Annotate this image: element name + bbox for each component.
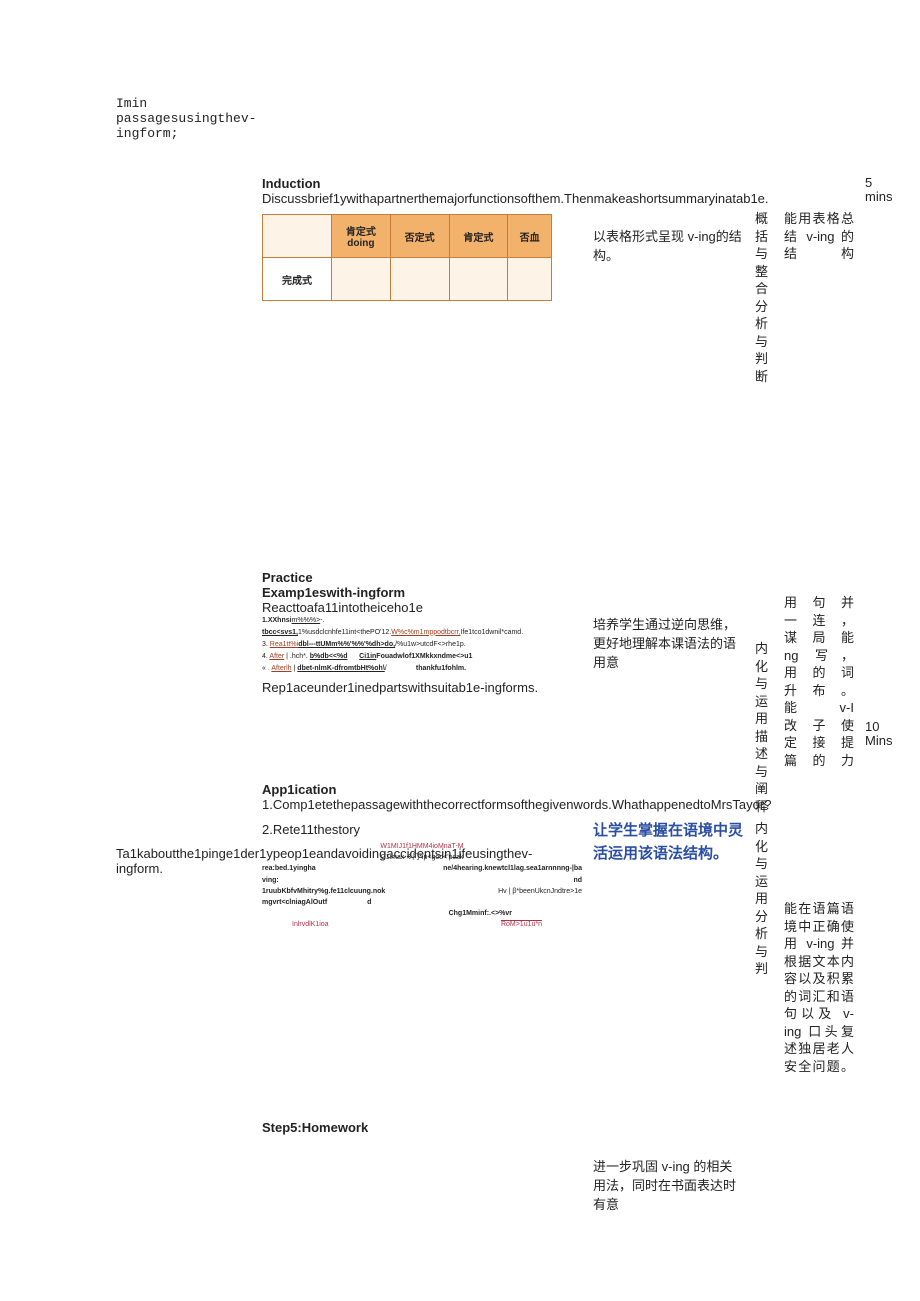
application-goal: 能在语篇语境中正确使用 v-ing 并根据文本内容以及积累的词汇和语句以及 v-…: [784, 900, 854, 1075]
practice-subtitle: Examp1eswith-ingform: [262, 585, 582, 600]
induction-goal: 能用表格总结 v-ing 的结构: [784, 210, 854, 263]
header-line3: ingform;: [116, 126, 256, 141]
practice-block: Practice Examp1eswith-ingform Reacttoafa…: [262, 570, 582, 695]
ind-rowlabel: 完成式: [263, 258, 332, 301]
ind-col2: 否定式: [390, 215, 449, 258]
application-skill: 内化与运用分析与判: [755, 820, 769, 978]
induction-skill: 概括与整合分析与判断: [755, 210, 769, 385]
induction-body: Discussbrief1ywithapartnerthemajorfuncti…: [262, 191, 582, 206]
header-block: Imin passagesusingthev- ingform;: [116, 96, 256, 141]
practice-title: Practice: [262, 570, 582, 585]
practice-react: Reacttoafa11intotheiceho1e: [262, 600, 582, 615]
application-mainnote: 让学生掌握在语境中灵活运用该语法结构。: [593, 820, 753, 865]
lesson-plan-page: Imin passagesusingthev- ingform; Inducti…: [0, 0, 920, 1301]
induction-table: 肯定式 doing 否定式 肯定式 否血 完成式: [262, 214, 552, 301]
induction-block: Induction Discussbrief1ywithapartnerthem…: [262, 176, 582, 301]
application-line1: 1.Comp1etethepassagewiththecorrectformso…: [262, 797, 582, 812]
induction-title: Induction: [262, 176, 582, 191]
header-line2: passagesusingthev-: [116, 111, 256, 126]
induction-note: 以表格形式呈现 v-ing的结构。: [593, 226, 743, 264]
application-title: App1ication: [262, 782, 582, 797]
ind-col4: 否血: [508, 215, 552, 258]
application-line2: 2.Rete11thestory: [262, 822, 582, 837]
practice-skill: 内化与运用描述与阐释: [755, 640, 769, 815]
header-line1: Imin: [116, 96, 256, 111]
homework-title: Step5:Homework: [262, 1120, 582, 1135]
practice-replace: Rep1aceunder1inedpartswithsuitab1e-ingfo…: [262, 680, 582, 695]
practice-tiny-lines: 1.XXhnsim%%%>-. tbcc<svs1,1%usdclcnhfe11…: [262, 615, 582, 674]
practice-time: 10 Mins: [865, 720, 895, 749]
practice-goal: 用句并 一连， 谋局能 ng 写， 用的词 升布。 能 v-I 改子使 定接提 …: [784, 594, 854, 769]
induction-time: 5 mins: [865, 176, 895, 205]
practice-note: 培养学生通过逆向思维，更好地理解本课语法的语用意: [593, 614, 743, 671]
left-talk-block: Ta1kaboutthe1pinge1der1ypeop1eandavoidin…: [116, 846, 256, 876]
ind-col3: 肯定式: [449, 215, 508, 258]
homework-note: 进一步巩固 v-ing 的相关用法，同时在书面表达时有意: [593, 1156, 743, 1213]
ind-col1: 肯定式 doing: [332, 215, 391, 258]
